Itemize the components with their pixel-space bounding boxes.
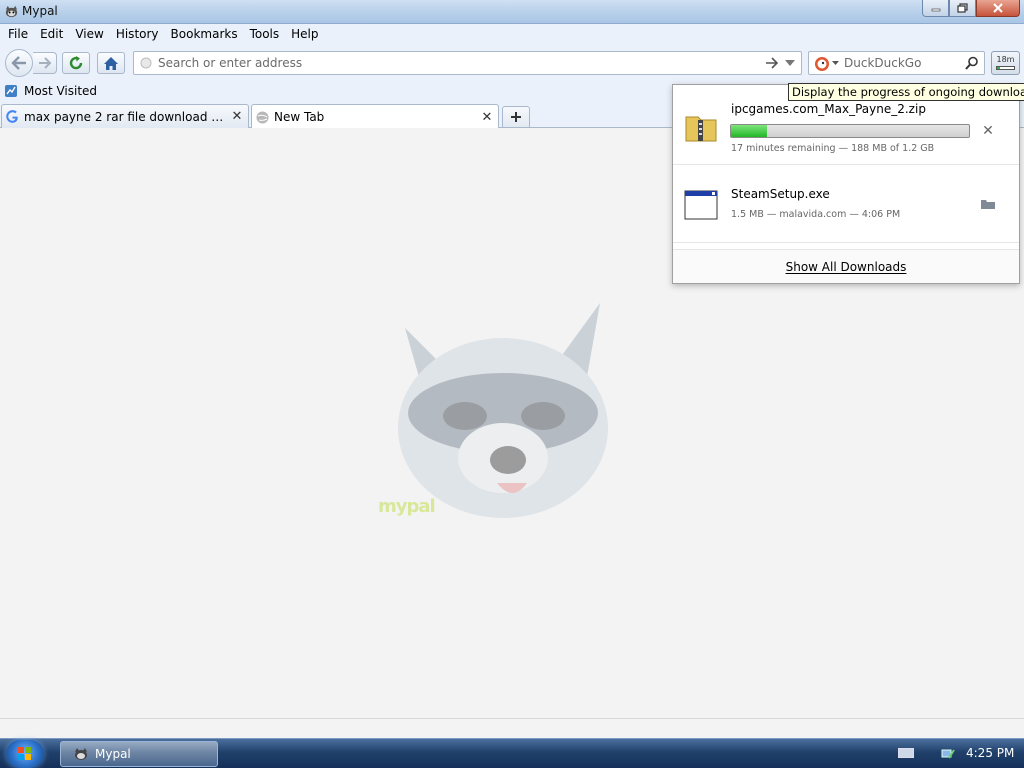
downloads-time-remaining: 18m xyxy=(996,55,1015,64)
raccoon-logo xyxy=(398,303,608,518)
bookmark-most-visited[interactable]: Most Visited xyxy=(4,84,97,98)
tab-google-search[interactable]: max payne 2 rar file download pc - Go...… xyxy=(1,104,249,128)
back-button[interactable] xyxy=(5,49,33,77)
close-window-button[interactable] xyxy=(976,0,1020,17)
download-item[interactable]: SteamSetup.exe 1.5 MB — malavida.com — 4… xyxy=(673,165,1019,243)
windows-logo-icon xyxy=(18,747,31,760)
tab-label: New Tab xyxy=(274,110,325,124)
plus-icon xyxy=(511,112,521,122)
mypal-logo-text: mypal xyxy=(378,496,436,517)
menu-tools[interactable]: Tools xyxy=(244,24,286,44)
globe-favicon-icon xyxy=(256,111,269,123)
downloads-panel: ipcgames.com_Max_Payne_2.zip 17 minutes … xyxy=(672,84,1020,284)
maximize-button[interactable] xyxy=(949,0,976,17)
forward-button[interactable] xyxy=(33,52,57,74)
keyboard-tray-icon[interactable] xyxy=(898,748,914,758)
menu-file[interactable]: File xyxy=(2,24,34,44)
zip-file-icon xyxy=(685,116,717,142)
engine-dropdown-icon[interactable] xyxy=(832,61,839,66)
open-folder-icon[interactable] xyxy=(979,195,997,213)
download-filename: SteamSetup.exe xyxy=(731,187,830,201)
home-button[interactable] xyxy=(97,52,125,74)
most-visited-icon xyxy=(5,85,17,97)
minimize-button[interactable] xyxy=(922,0,949,17)
reload-button[interactable] xyxy=(62,52,90,74)
taskbar: Mypal 4:25 PM xyxy=(0,738,1024,768)
taskbar-app-label: Mypal xyxy=(95,747,131,761)
show-all-downloads-button[interactable]: Show All Downloads xyxy=(673,249,1019,283)
restore-icon xyxy=(957,3,968,13)
back-arrow-icon xyxy=(11,56,26,70)
home-icon xyxy=(104,56,118,70)
tab-label: max payne 2 rar file download pc - Go... xyxy=(24,109,230,124)
menu-edit[interactable]: Edit xyxy=(34,24,69,44)
search-input[interactable] xyxy=(844,55,959,71)
download-status: 17 minutes remaining — 188 MB of 1.2 GB xyxy=(731,143,935,154)
most-visited-label: Most Visited xyxy=(24,84,98,98)
minimize-icon xyxy=(931,8,940,12)
title-bar: Mypal xyxy=(0,0,1024,24)
menu-bookmarks[interactable]: Bookmarks xyxy=(165,24,244,44)
downloads-mini-progress xyxy=(996,66,1015,70)
google-favicon-icon xyxy=(6,110,18,123)
menu-history[interactable]: History xyxy=(110,24,165,44)
dropdown-arrow-icon[interactable] xyxy=(785,60,795,67)
window-title: Mypal xyxy=(22,4,58,18)
go-arrow-icon[interactable] xyxy=(765,57,779,69)
downloads-tooltip: Display the progress of ongoing download… xyxy=(788,83,1024,101)
system-clock[interactable]: 4:25 PM xyxy=(966,746,1014,760)
taskbar-mypal-button[interactable]: Mypal xyxy=(60,741,218,767)
navigation-toolbar: 18m xyxy=(0,44,1024,80)
forward-arrow-icon xyxy=(38,57,51,69)
tab-close-icon[interactable]: ✕ xyxy=(480,110,494,125)
tab-close-icon[interactable]: ✕ xyxy=(230,109,244,124)
tab-new-tab[interactable]: New Tab ✕ xyxy=(251,104,499,129)
start-button[interactable] xyxy=(6,740,44,768)
show-all-downloads-label: Show All Downloads xyxy=(785,260,907,274)
exe-file-icon xyxy=(684,190,718,220)
download-status: 1.5 MB — malavida.com — 4:06 PM xyxy=(731,209,901,220)
close-icon xyxy=(993,3,1003,13)
menu-help[interactable]: Help xyxy=(285,24,324,44)
reload-icon xyxy=(69,56,83,70)
cancel-download-icon[interactable]: ✕ xyxy=(979,123,997,141)
menu-view[interactable]: View xyxy=(69,24,109,44)
search-icon[interactable] xyxy=(965,56,979,70)
duckduckgo-icon[interactable] xyxy=(814,56,830,72)
address-bar[interactable] xyxy=(133,51,802,75)
new-tab-button[interactable] xyxy=(502,106,530,128)
download-filename: ipcgames.com_Max_Payne_2.zip xyxy=(731,102,926,116)
network-tray-icon[interactable] xyxy=(940,746,956,762)
mypal-taskbar-icon xyxy=(75,748,87,760)
mypal-app-icon xyxy=(5,5,18,18)
download-progress-bar xyxy=(730,124,970,138)
page-identity-icon xyxy=(140,57,152,69)
status-bar xyxy=(0,718,1024,738)
search-bar[interactable] xyxy=(808,51,985,75)
menu-bar: File Edit View History Bookmarks Tools H… xyxy=(0,24,1024,44)
address-input[interactable] xyxy=(158,55,748,71)
downloads-button[interactable]: 18m xyxy=(991,51,1020,75)
